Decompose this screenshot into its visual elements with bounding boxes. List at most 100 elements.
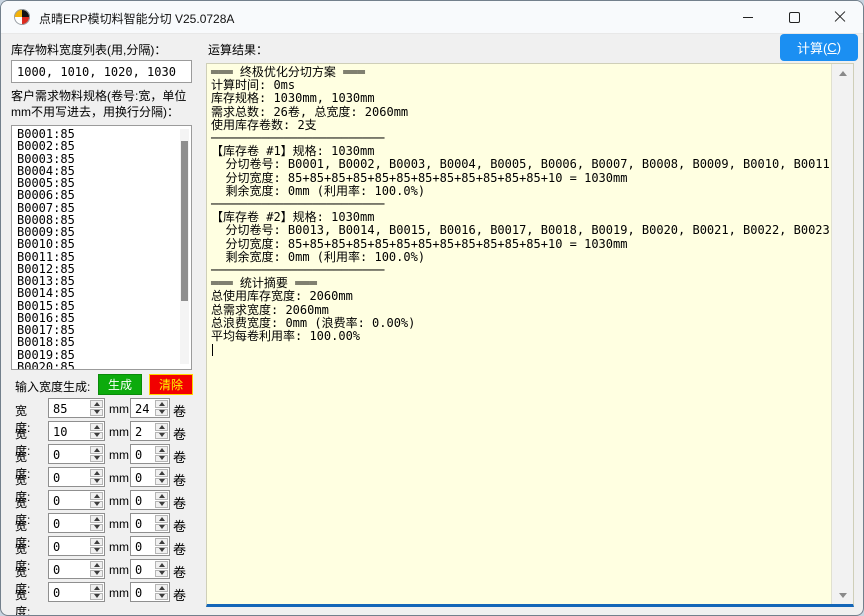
scroll-down-icon[interactable] (839, 593, 847, 598)
step-down-button[interactable] (155, 593, 168, 601)
width-input[interactable]: 0 (48, 490, 105, 510)
step-up-button[interactable] (90, 584, 103, 592)
result-label: 运算结果： (208, 41, 268, 58)
close-icon (834, 11, 846, 23)
text-caret (212, 344, 213, 356)
step-up-button[interactable] (155, 469, 168, 477)
mm-unit-label: mm (109, 471, 129, 485)
step-up-button[interactable] (90, 423, 103, 431)
count-input[interactable]: 24 (130, 398, 170, 418)
step-up-button[interactable] (155, 561, 168, 569)
step-up-button[interactable] (155, 584, 168, 592)
calculate-button[interactable]: 计算(C) (780, 34, 858, 61)
count-input[interactable]: 0 (130, 582, 170, 602)
step-down-button[interactable] (155, 547, 168, 555)
arrow-down-icon (159, 502, 165, 506)
width-input[interactable]: 0 (48, 536, 105, 556)
demand-spec-label: 客户需求物料规格(卷号:宽，单位mm不用写进去，用换行分隔)： (11, 88, 196, 120)
step-up-button[interactable] (155, 492, 168, 500)
step-down-button[interactable] (90, 570, 103, 578)
step-down-button[interactable] (155, 524, 168, 532)
step-up-button[interactable] (90, 538, 103, 546)
step-up-button[interactable] (155, 446, 168, 454)
step-down-button[interactable] (90, 478, 103, 486)
demand-scrollbar-thumb[interactable] (181, 141, 188, 301)
step-down-button[interactable] (155, 432, 168, 440)
width-input[interactable]: 85 (48, 398, 105, 418)
step-up-button[interactable] (90, 469, 103, 477)
width-input[interactable]: 0 (48, 467, 105, 487)
step-down-button[interactable] (155, 501, 168, 509)
arrow-down-icon (94, 525, 100, 529)
arrow-up-icon (94, 471, 100, 475)
step-down-button[interactable] (155, 409, 168, 417)
arrow-up-icon (94, 402, 100, 406)
step-down-button[interactable] (90, 524, 103, 532)
stock-width-input[interactable]: 1000, 1010, 1020, 1030 (11, 60, 192, 83)
step-up-button[interactable] (90, 400, 103, 408)
count-input[interactable]: 0 (130, 513, 170, 533)
arrow-down-icon (94, 456, 100, 460)
minimize-button[interactable] (725, 1, 771, 33)
width-stepper (90, 584, 103, 600)
count-input[interactable]: 0 (130, 444, 170, 464)
arrow-down-icon (94, 410, 100, 414)
arrow-down-icon (94, 571, 100, 575)
step-down-button[interactable] (90, 409, 103, 417)
step-up-button[interactable] (155, 423, 168, 431)
step-up-button[interactable] (155, 538, 168, 546)
step-up-button[interactable] (90, 492, 103, 500)
clear-button[interactable]: 清除 (149, 374, 193, 395)
step-up-button[interactable] (155, 515, 168, 523)
title-bar: 点晴ERP模切料智能分切 V25.0728A (1, 1, 863, 34)
maximize-icon (789, 12, 800, 23)
maximize-button[interactable] (771, 1, 817, 33)
count-input[interactable]: 0 (130, 536, 170, 556)
step-up-button[interactable] (90, 561, 103, 569)
demand-roll-list[interactable]: B0001:85 B0002:85 B0003:85 B0004:85 B000… (11, 125, 192, 370)
step-down-button[interactable] (155, 455, 168, 463)
count-stepper (155, 446, 168, 462)
generate-button[interactable]: 生成 (98, 374, 142, 395)
mm-unit-label: mm (109, 494, 129, 508)
roll-unit-label: 卷 (173, 585, 186, 604)
step-down-button[interactable] (90, 547, 103, 555)
step-up-button[interactable] (155, 400, 168, 408)
step-down-button[interactable] (90, 593, 103, 601)
width-input[interactable]: 0 (48, 582, 105, 602)
count-input[interactable]: 2 (130, 421, 170, 441)
arrow-down-icon (159, 433, 165, 437)
result-output-area[interactable]: ═══ 终极优化分切方案 ═══ 计算时间: 0ms 库存规格: 1030mm,… (206, 63, 854, 607)
step-up-button[interactable] (90, 446, 103, 454)
width-input[interactable]: 0 (48, 513, 105, 533)
scroll-up-icon[interactable] (839, 71, 847, 76)
step-up-button[interactable] (90, 515, 103, 523)
arrow-up-icon (159, 563, 165, 567)
step-down-button[interactable] (155, 570, 168, 578)
width-input[interactable]: 10 (48, 421, 105, 441)
roll-unit-label: 卷 (173, 424, 186, 443)
demand-roll-text: B0001:85 B0002:85 B0003:85 B0004:85 B000… (17, 128, 75, 370)
roll-unit-label: 卷 (173, 401, 186, 420)
arrow-down-icon (94, 502, 100, 506)
step-down-button[interactable] (90, 501, 103, 509)
count-input[interactable]: 0 (130, 490, 170, 510)
app-window: 点晴ERP模切料智能分切 V25.0728A 库存物料宽度列表(用,分隔)： 1… (0, 0, 864, 616)
close-button[interactable] (817, 1, 863, 33)
width-stepper (90, 492, 103, 508)
mm-unit-label: mm (109, 563, 129, 577)
step-down-button[interactable] (90, 455, 103, 463)
arrow-up-icon (94, 563, 100, 567)
result-scrollbar[interactable] (831, 64, 853, 605)
window-title: 点晴ERP模切料智能分切 V25.0728A (39, 10, 234, 27)
step-down-button[interactable] (155, 478, 168, 486)
count-input[interactable]: 0 (130, 559, 170, 579)
demand-list-scrollbar[interactable] (180, 129, 189, 364)
arrow-up-icon (94, 425, 100, 429)
width-input[interactable]: 0 (48, 559, 105, 579)
roll-unit-label: 卷 (173, 447, 186, 466)
width-input[interactable]: 0 (48, 444, 105, 464)
count-input[interactable]: 0 (130, 467, 170, 487)
step-down-button[interactable] (90, 432, 103, 440)
stock-width-label: 库存物料宽度列表(用,分隔)： (11, 41, 166, 58)
